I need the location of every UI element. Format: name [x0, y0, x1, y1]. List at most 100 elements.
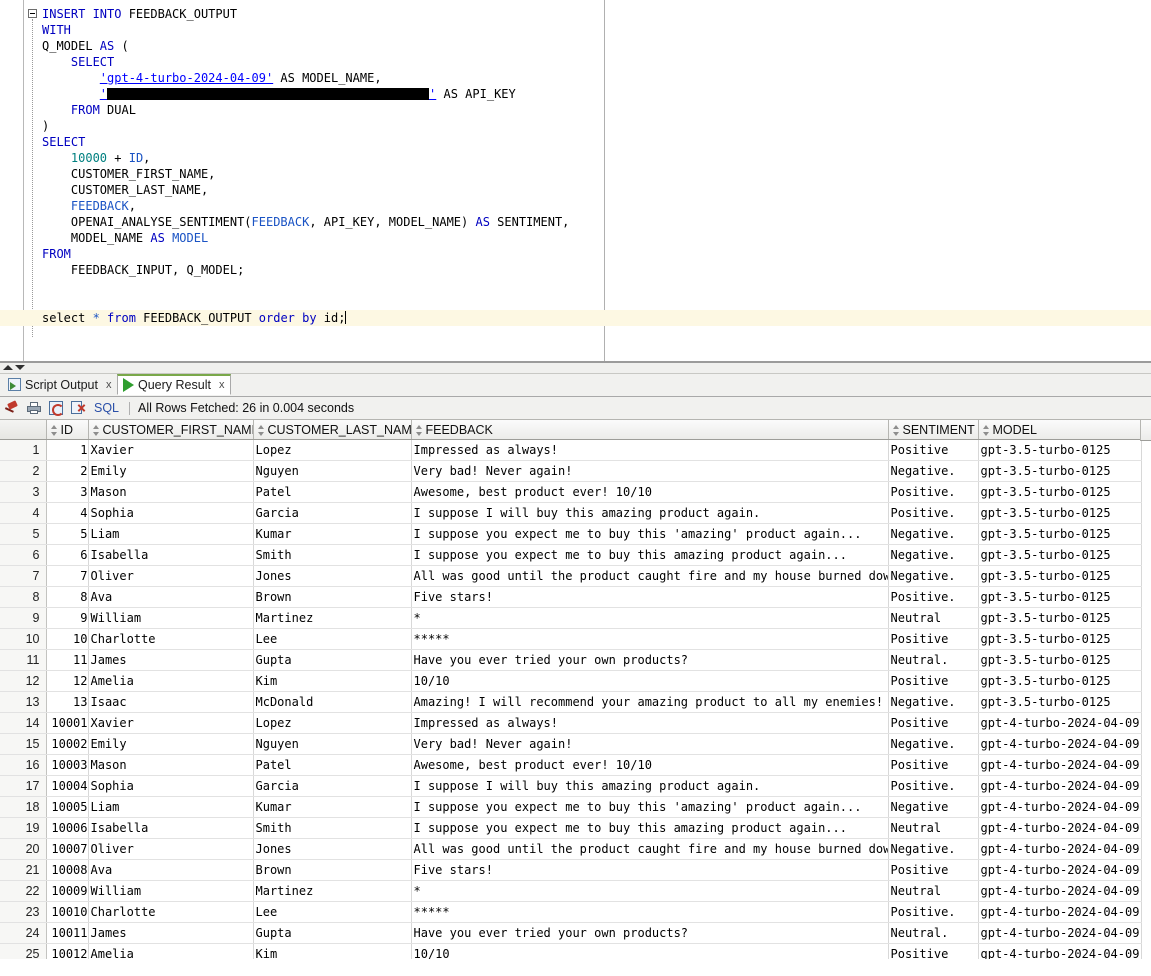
row-number-cell[interactable]: 16: [0, 755, 46, 776]
column-header-model[interactable]: MODEL: [978, 420, 1141, 440]
cell-feedback[interactable]: All was good until the product caught fi…: [411, 839, 888, 860]
table-row[interactable]: 66IsabellaSmithI suppose you expect me t…: [0, 545, 1141, 566]
cell-customer-first-name[interactable]: Emily: [88, 461, 253, 482]
close-icon[interactable]: x: [219, 379, 225, 391]
cell-customer-first-name[interactable]: William: [88, 881, 253, 902]
table-row[interactable]: 1510002EmilyNguyenVery bad! Never again!…: [0, 734, 1141, 755]
cell-id[interactable]: 10011: [46, 923, 88, 944]
panel-splitter[interactable]: [0, 362, 1151, 374]
table-row[interactable]: 1410001XavierLopezImpressed as always!Po…: [0, 713, 1141, 734]
cell-id[interactable]: 12: [46, 671, 88, 692]
cell-sentiment[interactable]: Positive: [888, 860, 978, 881]
cell-id[interactable]: 10005: [46, 797, 88, 818]
query-result-grid[interactable]: IDCUSTOMER_FIRST_NAMECUSTOMER_LAST_NAMEF…: [0, 420, 1151, 959]
close-icon[interactable]: x: [106, 379, 112, 391]
row-number-cell[interactable]: 11: [0, 650, 46, 671]
cell-sentiment[interactable]: Positive.: [888, 776, 978, 797]
cell-id[interactable]: 10009: [46, 881, 88, 902]
cell-id[interactable]: 2: [46, 461, 88, 482]
cell-model[interactable]: gpt-4-turbo-2024-04-09: [978, 923, 1141, 944]
cell-customer-first-name[interactable]: Xavier: [88, 713, 253, 734]
column-header-feedback[interactable]: FEEDBACK: [411, 420, 888, 440]
cell-feedback[interactable]: Impressed as always!: [411, 440, 888, 461]
cell-model[interactable]: gpt-4-turbo-2024-04-09: [978, 776, 1141, 797]
cell-id[interactable]: 10001: [46, 713, 88, 734]
collapse-block-icon[interactable]: [28, 9, 37, 18]
cell-customer-last-name[interactable]: Kim: [253, 944, 411, 960]
tab-script-output[interactable]: Script Output x: [2, 374, 118, 395]
cell-sentiment[interactable]: Negative.: [888, 734, 978, 755]
cell-feedback[interactable]: I suppose you expect me to buy this 'ama…: [411, 524, 888, 545]
cell-id[interactable]: 10: [46, 629, 88, 650]
cell-customer-last-name[interactable]: Garcia: [253, 776, 411, 797]
cell-feedback[interactable]: Awesome, best product ever! 10/10: [411, 482, 888, 503]
cell-model[interactable]: gpt-4-turbo-2024-04-09: [978, 818, 1141, 839]
cell-id[interactable]: 11: [46, 650, 88, 671]
cell-id[interactable]: 10007: [46, 839, 88, 860]
cell-customer-first-name[interactable]: Mason: [88, 482, 253, 503]
cell-sentiment[interactable]: Negative.: [888, 839, 978, 860]
cell-id[interactable]: 10004: [46, 776, 88, 797]
code-folding-rail[interactable]: [24, 0, 42, 362]
row-number-cell[interactable]: 22: [0, 881, 46, 902]
cell-customer-last-name[interactable]: Kumar: [253, 524, 411, 545]
cell-sentiment[interactable]: Negative: [888, 797, 978, 818]
cell-customer-last-name[interactable]: Garcia: [253, 503, 411, 524]
cell-model[interactable]: gpt-4-turbo-2024-04-09: [978, 881, 1141, 902]
sort-indicator-icon[interactable]: [49, 425, 58, 436]
row-number-cell[interactable]: 15: [0, 734, 46, 755]
cell-feedback[interactable]: I suppose I will buy this amazing produc…: [411, 503, 888, 524]
table-row[interactable]: 2410011JamesGuptaHave you ever tried you…: [0, 923, 1141, 944]
cell-id[interactable]: 6: [46, 545, 88, 566]
cell-id[interactable]: 10002: [46, 734, 88, 755]
row-number-cell[interactable]: 23: [0, 902, 46, 923]
chevron-down-icon[interactable]: [15, 365, 25, 370]
cell-customer-last-name[interactable]: Nguyen: [253, 734, 411, 755]
column-header-sentiment[interactable]: SENTIMENT: [888, 420, 978, 440]
table-row[interactable]: 77OliverJonesAll was good until the prod…: [0, 566, 1141, 587]
chevron-up-icon[interactable]: [3, 365, 13, 370]
cell-feedback[interactable]: I suppose I will buy this amazing produc…: [411, 776, 888, 797]
cell-sentiment[interactable]: Positive.: [888, 587, 978, 608]
table-row[interactable]: 1010CharlotteLee*****Positivegpt-3.5-tur…: [0, 629, 1141, 650]
cell-model[interactable]: gpt-3.5-turbo-0125: [978, 545, 1141, 566]
cell-customer-last-name[interactable]: Gupta: [253, 650, 411, 671]
cell-sentiment[interactable]: Positive: [888, 713, 978, 734]
table-row[interactable]: 44SophiaGarciaI suppose I will buy this …: [0, 503, 1141, 524]
table-row[interactable]: 1313IsaacMcDonaldAmazing! I will recomme…: [0, 692, 1141, 713]
table-row[interactable]: 11XavierLopezImpressed as always!Positiv…: [0, 440, 1141, 461]
cell-feedback[interactable]: Have you ever tried your own products?: [411, 650, 888, 671]
cell-sentiment[interactable]: Positive: [888, 944, 978, 960]
cell-sentiment[interactable]: Negative.: [888, 461, 978, 482]
cell-feedback[interactable]: *: [411, 608, 888, 629]
table-row[interactable]: 1810005LiamKumarI suppose you expect me …: [0, 797, 1141, 818]
row-number-cell[interactable]: 3: [0, 482, 46, 503]
row-number-cell[interactable]: 14: [0, 713, 46, 734]
cell-sentiment[interactable]: Positive: [888, 671, 978, 692]
table-row[interactable]: 55LiamKumarI suppose you expect me to bu…: [0, 524, 1141, 545]
cell-sentiment[interactable]: Negative.: [888, 545, 978, 566]
cell-customer-last-name[interactable]: Patel: [253, 755, 411, 776]
table-row[interactable]: 1212AmeliaKim10/10Positivegpt-3.5-turbo-…: [0, 671, 1141, 692]
table-row[interactable]: 1610003MasonPatelAwesome, best product e…: [0, 755, 1141, 776]
row-number-cell[interactable]: 2: [0, 461, 46, 482]
cell-model[interactable]: gpt-4-turbo-2024-04-09: [978, 797, 1141, 818]
cell-id[interactable]: 9: [46, 608, 88, 629]
cell-sentiment[interactable]: Neutral: [888, 881, 978, 902]
cell-sentiment[interactable]: Positive: [888, 440, 978, 461]
cell-sentiment[interactable]: Neutral: [888, 818, 978, 839]
sort-indicator-icon[interactable]: [256, 425, 265, 436]
cell-customer-first-name[interactable]: Ava: [88, 860, 253, 881]
row-number-cell[interactable]: 13: [0, 692, 46, 713]
cell-customer-last-name[interactable]: Patel: [253, 482, 411, 503]
cell-customer-first-name[interactable]: Isabella: [88, 545, 253, 566]
cell-customer-first-name[interactable]: Oliver: [88, 566, 253, 587]
cell-customer-first-name[interactable]: Mason: [88, 755, 253, 776]
cell-id[interactable]: 10003: [46, 755, 88, 776]
cell-sentiment[interactable]: Negative.: [888, 692, 978, 713]
cell-sentiment[interactable]: Neutral.: [888, 650, 978, 671]
tab-query-result[interactable]: Query Result x: [117, 374, 231, 395]
row-number-cell[interactable]: 10: [0, 629, 46, 650]
cell-model[interactable]: gpt-4-turbo-2024-04-09: [978, 944, 1141, 960]
table-row[interactable]: 1111JamesGuptaHave you ever tried your o…: [0, 650, 1141, 671]
